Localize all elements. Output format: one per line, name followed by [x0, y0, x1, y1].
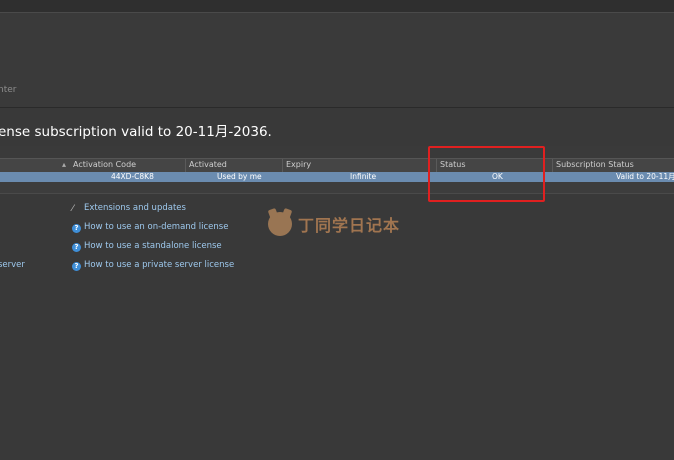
- status-highlight-box: [428, 146, 545, 202]
- header-panel: nter: [0, 13, 674, 107]
- column-divider[interactable]: [185, 159, 186, 172]
- column-divider[interactable]: [552, 159, 553, 172]
- watermark-text: 丁同学日记本: [298, 216, 401, 235]
- col-subscription-status[interactable]: Subscription Status: [556, 160, 634, 169]
- cell-activation-code: 44XD-C8K8: [111, 172, 154, 181]
- help-icon: ?: [72, 224, 81, 233]
- extensions-link[interactable]: ⁄ Extensions and updates: [72, 203, 186, 214]
- cell-expiry: Infinite: [350, 172, 377, 181]
- table-empty-area: [0, 182, 674, 194]
- watermark-logo-icon: [268, 212, 292, 236]
- help-icon: ?: [72, 243, 81, 252]
- top-toolbar: [0, 0, 674, 13]
- table-toolbar: [0, 146, 674, 158]
- standalone-link-label: How to use a standalone license: [84, 241, 222, 251]
- on-demand-link-label: How to use an on-demand license: [84, 222, 229, 232]
- on-demand-link[interactable]: ? How to use an on-demand license: [72, 222, 228, 233]
- divider: [0, 107, 674, 108]
- private-server-link[interactable]: ? How to use a private server license: [72, 260, 234, 271]
- standalone-link[interactable]: ? How to use a standalone license: [72, 241, 222, 252]
- cell-subscription-status: Valid to 20-11月-2: [616, 172, 674, 181]
- cell-activated: Used by me: [217, 172, 262, 181]
- license-status-message: ense subscription valid to 20-11月-2036.: [0, 124, 272, 140]
- sort-asc-icon[interactable]: ▴: [62, 160, 66, 169]
- private-server-link-label: How to use a private server license: [84, 260, 235, 270]
- extensions-link-label: Extensions and updates: [84, 203, 186, 213]
- server-link[interactable]: server: [0, 260, 25, 270]
- col-expiry[interactable]: Expiry: [286, 160, 311, 169]
- watermark: 丁同学日记本: [268, 212, 400, 236]
- col-activation-code[interactable]: Activation Code: [73, 160, 136, 169]
- license-table-header: ▴ Activation Code Activated Expiry Statu…: [0, 158, 674, 173]
- extensions-icon: ⁄: [72, 204, 74, 214]
- help-icon: ?: [72, 262, 81, 271]
- header-crumb: nter: [0, 85, 17, 95]
- column-divider[interactable]: [282, 159, 283, 172]
- table-row[interactable]: 44XD-C8K8 Used by me Infinite OK Valid t…: [0, 172, 674, 182]
- col-activated[interactable]: Activated: [189, 160, 227, 169]
